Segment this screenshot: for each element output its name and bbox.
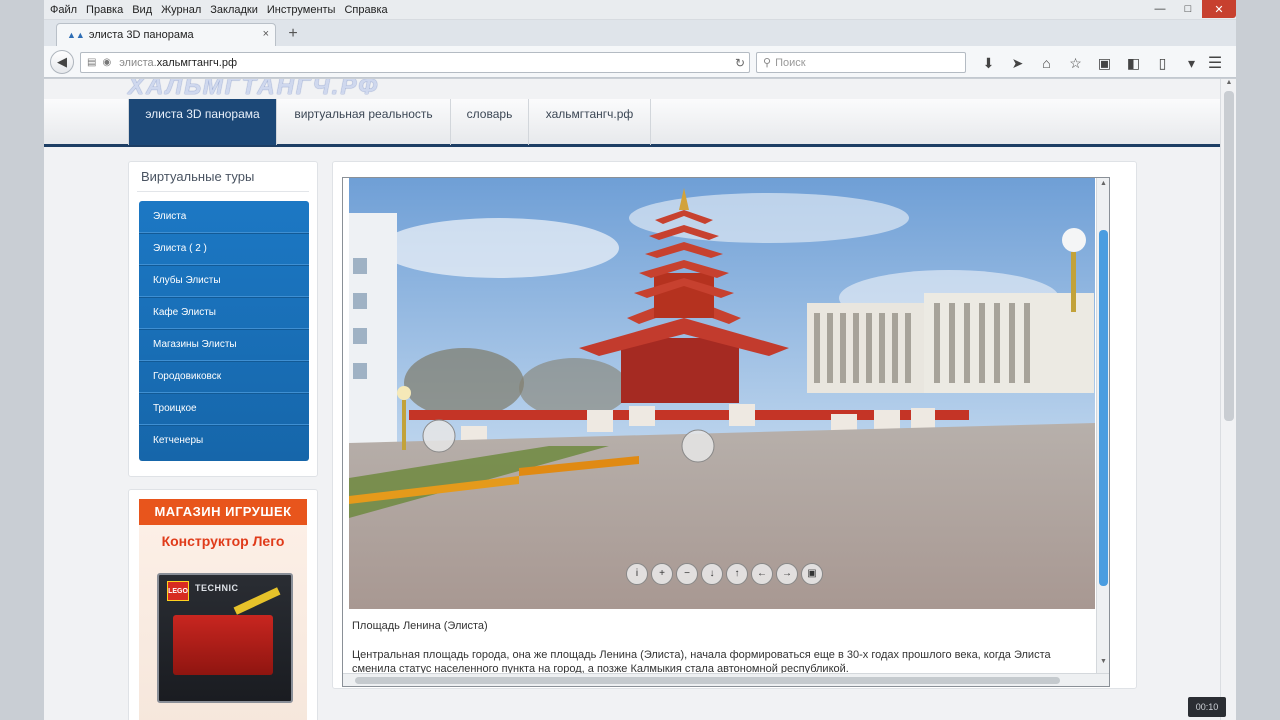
panorama-scene <box>349 178 1095 609</box>
panorama-controls: i + − ↓ ↑ ← → ▣ <box>626 563 826 585</box>
phone-icon[interactable]: ▯ <box>1148 55 1177 72</box>
site-topnav: элиста 3D панорама виртуальная реальност… <box>44 99 1220 147</box>
menu-bookmarks[interactable]: Закладки <box>210 4 258 16</box>
menu-history[interactable]: Журнал <box>161 4 201 16</box>
pan-left-icon[interactable]: ← <box>751 563 773 585</box>
toy-shop-ad[interactable]: МАГАЗИН ИГРУШЕК Конструктор Лего LEGO TE… <box>128 489 318 720</box>
ad-body: Конструктор Лего LEGO TECHNIC <box>139 525 307 720</box>
lego-logo: LEGO <box>167 581 189 601</box>
send-icon[interactable]: ➤ <box>1003 55 1032 72</box>
page-scrollbar[interactable]: ▲ <box>1220 79 1236 720</box>
truck-image <box>173 615 273 675</box>
maximize-button[interactable]: □ <box>1174 0 1202 18</box>
page-icon: ▤ <box>87 57 97 68</box>
home-icon[interactable]: ⌂ <box>1032 55 1061 71</box>
tour-troitskoe[interactable]: Троицкое <box>139 393 309 425</box>
technic-label: TECHNIC <box>195 583 239 593</box>
lego-box-image: LEGO TECHNIC <box>157 573 293 703</box>
nav-halmg-rf[interactable]: хальмгтангч.рф <box>529 99 651 145</box>
page-scroll-up-icon[interactable]: ▲ <box>1221 79 1237 86</box>
minimize-button[interactable]: — <box>1146 0 1174 18</box>
extension-icon[interactable]: ◧ <box>1119 55 1148 72</box>
nav-toolbar: ◀ ▤ ◉ элиста.хальмгтангч.рф ↻ ⚲ Поиск ⬇ … <box>44 46 1236 78</box>
hscroll-thumb[interactable] <box>355 677 1060 684</box>
tour-elista-2[interactable]: Элиста ( 2 ) <box>139 233 309 265</box>
url-text: элиста.хальмгтангч.рф <box>119 57 237 69</box>
page-scroll-thumb[interactable] <box>1224 91 1234 421</box>
nav-dictionary[interactable]: словарь <box>451 99 529 145</box>
panorama-panel: i + − ↓ ↑ ← → ▣ Площадь Ленина (Элиста) … <box>332 161 1137 689</box>
tour-gorodovikovsk[interactable]: Городовиковск <box>139 361 309 393</box>
divider <box>137 191 309 192</box>
menu-view[interactable]: Вид <box>132 4 152 16</box>
tour-shops[interactable]: Магазины Элисты <box>139 329 309 361</box>
identity-icon[interactable]: ◉ <box>102 57 111 68</box>
scroll-thumb[interactable] <box>1099 230 1108 586</box>
search-bar[interactable]: ⚲ Поиск <box>756 52 966 73</box>
menu-hamburger-icon[interactable]: ☰ <box>1204 53 1226 73</box>
tour-elista[interactable]: Элиста <box>139 201 309 233</box>
menu-file[interactable]: Файл <box>50 4 77 16</box>
back-button[interactable]: ◀ <box>50 50 74 74</box>
site-logo[interactable]: ХАЛЬМГТАНГЧ.РФ <box>128 79 379 101</box>
favicon-icon: ▲▲ <box>67 30 85 40</box>
star-icon[interactable]: ☆ <box>1061 55 1090 72</box>
video-timestamp: 00:10 <box>1188 697 1226 717</box>
download-icon[interactable]: ⬇ <box>974 55 1003 72</box>
tab-strip: ▲▲ элиста 3D панорама × + <box>44 20 1236 46</box>
nav-virtual-reality[interactable]: виртуальная реальность <box>277 99 451 145</box>
tour-cafes[interactable]: Кафе Элисты <box>139 297 309 329</box>
panorama-viewer[interactable]: i + − ↓ ↑ ← → ▣ <box>349 178 1095 609</box>
reload-icon[interactable]: ↻ <box>735 56 745 70</box>
ad-headline: МАГАЗИН ИГРУШЕК <box>139 499 307 525</box>
tab-close-icon[interactable]: × <box>263 28 269 40</box>
pocket-icon[interactable]: ▣ <box>1090 55 1119 72</box>
tab-elista-panorama[interactable]: ▲▲ элиста 3D панорама × <box>56 23 276 46</box>
scroll-down-icon[interactable]: ▼ <box>1097 658 1109 665</box>
nav-elista-3d[interactable]: элиста 3D панорама <box>128 99 277 145</box>
frame-vertical-scrollbar[interactable]: ▲ ▼ <box>1096 178 1109 673</box>
virtual-tours-title: Виртуальные туры <box>141 169 255 184</box>
zoom-in-icon[interactable]: + <box>651 563 673 585</box>
menu-help[interactable]: Справка <box>344 4 387 16</box>
tab-title: элиста 3D панорама <box>88 29 194 41</box>
pan-up-icon[interactable]: ↑ <box>726 563 748 585</box>
menu-bar: Файл Правка Вид Журнал Закладки Инструме… <box>44 0 1236 20</box>
pan-down-icon[interactable]: ↓ <box>701 563 723 585</box>
toolbar-icons: ⬇ ➤ ⌂ ☆ ▣ ◧ ▯ ▾ <box>974 53 1206 73</box>
menu-tools[interactable]: Инструменты <box>267 4 336 16</box>
tour-clubs[interactable]: Клубы Элисты <box>139 265 309 297</box>
zoom-out-icon[interactable]: − <box>676 563 698 585</box>
url-bar[interactable]: ▤ ◉ элиста.хальмгтангч.рф ↻ <box>80 52 750 73</box>
site-viewport: ХАЛЬМГТАНГЧ.РФ элиста 3D панорама виртуа… <box>44 79 1220 720</box>
ad-subline: Конструктор Лего <box>161 533 285 549</box>
tours-menu: Элиста Элиста ( 2 ) Клубы Элисты Кафе Эл… <box>139 201 309 461</box>
search-icon: ⚲ <box>763 57 772 69</box>
tour-ketchenery[interactable]: Кетченеры <box>139 425 309 457</box>
close-window-button[interactable]: ✕ <box>1202 0 1236 18</box>
search-placeholder: Поиск <box>775 56 806 69</box>
frame-horizontal-scrollbar[interactable] <box>343 673 1109 686</box>
back-arrow-icon: ◀ <box>57 54 67 69</box>
panorama-description: Центральная площадь города, она же площа… <box>352 649 1051 675</box>
virtual-tours-panel: Виртуальные туры Элиста Элиста ( 2 ) Клу… <box>128 161 318 477</box>
url-prefix: элиста. <box>119 56 157 69</box>
panorama-caption: Площадь Ленина (Элиста) <box>352 620 488 632</box>
scroll-up-icon[interactable]: ▲ <box>1097 180 1109 187</box>
url-domain: хальмгтангч.рф <box>156 56 238 69</box>
panorama-frame: i + − ↓ ↑ ← → ▣ Площадь Ленина (Элиста) … <box>342 177 1110 687</box>
new-tab-button[interactable]: + <box>282 24 304 44</box>
info-icon[interactable]: i <box>626 563 648 585</box>
fullscreen-icon[interactable]: ▣ <box>801 563 823 585</box>
dropdown-icon[interactable]: ▾ <box>1177 55 1206 72</box>
pan-right-icon[interactable]: → <box>776 563 798 585</box>
menu-edit[interactable]: Правка <box>86 4 123 16</box>
